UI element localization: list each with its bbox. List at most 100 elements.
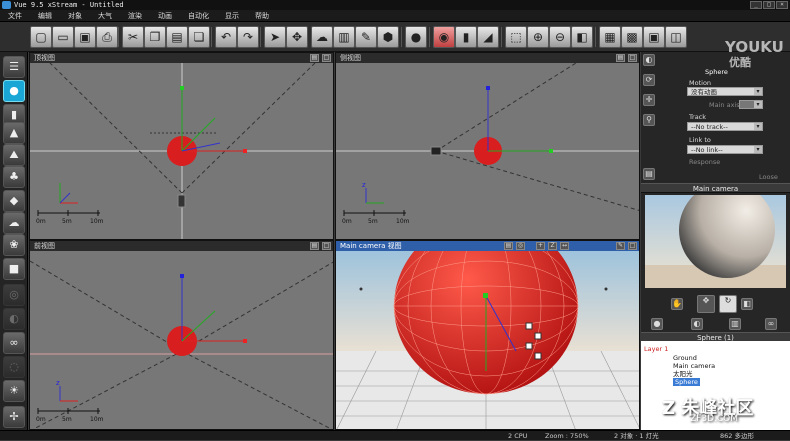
link-select[interactable]: --No link-- — [687, 145, 763, 154]
track-select[interactable]: --No track-- — [687, 122, 763, 131]
open-icon[interactable]: ▭ — [52, 26, 74, 48]
material-icon[interactable]: ▥ — [333, 26, 355, 48]
scale-label-0: 0m — [36, 416, 46, 423]
save-icon[interactable]: ▣ — [74, 26, 96, 48]
terrain-icon[interactable]: ⛰ — [3, 144, 25, 166]
menu-display[interactable]: 显示 — [217, 10, 247, 22]
scale-label-10: 10m — [90, 218, 104, 225]
link-icon[interactable]: ⚲ — [643, 114, 655, 126]
viewport-icon[interactable]: ◎ — [516, 242, 525, 250]
viewport-edit-icon[interactable]: ✎ — [616, 242, 625, 250]
menu-object[interactable]: 对象 — [60, 10, 90, 22]
rotate-view-icon[interactable]: ↻ — [719, 295, 737, 313]
layout-icon-2[interactable]: ▣ — [643, 26, 665, 48]
viewport-menu-icon[interactable]: ▤ — [616, 54, 625, 62]
viewport-max-icon[interactable]: □ — [322, 54, 331, 62]
viewport-camera[interactable]: Main camera 视图 ▤ ◎ + Z ↔ ✎ □ — [335, 240, 640, 430]
viewport-front[interactable]: 前视图 ▤ □ z 0m 5m 10m — [29, 240, 334, 430]
menu-animation[interactable]: 动画 — [150, 10, 180, 22]
toggle-icon[interactable]: ◫ — [665, 26, 687, 48]
cut-icon[interactable]: ✂ — [122, 26, 144, 48]
materials-tab-icon[interactable]: ◐ — [691, 318, 703, 330]
graph-icon[interactable]: ▤ — [643, 168, 655, 180]
duplicate-icon[interactable]: ❏ — [188, 26, 210, 48]
viewport-menu-icon[interactable]: ▤ — [310, 242, 319, 250]
hand-icon[interactable]: ✋ — [671, 298, 683, 310]
zoom-in-icon[interactable]: ⊕ — [527, 26, 549, 48]
viewport-top[interactable]: 顶视图 ▤ □ 0m 5m 10m — [29, 52, 334, 240]
redo-icon[interactable]: ↷ — [237, 26, 259, 48]
layout-icon[interactable]: ▩ — [621, 26, 643, 48]
main-axis-select[interactable] — [739, 100, 763, 109]
object-tab-icon[interactable]: ◐ — [643, 54, 655, 66]
viewport-title: 前视图 — [30, 241, 333, 251]
copy-icon[interactable]: ❐ — [144, 26, 166, 48]
render-icon[interactable]: ◉ — [433, 26, 455, 48]
axis-icon[interactable]: ✛ — [643, 94, 655, 106]
atmosphere-icon[interactable]: ☁ — [311, 26, 333, 48]
minimize-button[interactable]: _ — [750, 1, 762, 9]
links-tab-icon[interactable]: ∞ — [765, 318, 777, 330]
layers-tab-icon[interactable]: ● — [651, 318, 663, 330]
viewport-side[interactable]: 侧视图 ▤ □ z 0m 5m 10m — [335, 52, 640, 240]
viewport-icon[interactable]: Z — [548, 242, 557, 250]
menu-edit[interactable]: 编辑 — [30, 10, 60, 22]
tree-icon[interactable]: ♣ — [3, 166, 25, 188]
menu-help[interactable]: 帮助 — [247, 10, 277, 22]
status-bar: 2 CPU Zoom : 750% 2 对象 · 1 灯光 862 多边形 — [0, 430, 790, 440]
cube-icon[interactable]: ■ — [3, 258, 25, 280]
menu-atmosphere[interactable]: 大气 — [90, 10, 120, 22]
fan-icon[interactable]: ✢ — [3, 406, 25, 428]
torus-icon[interactable]: ◎ — [3, 284, 25, 306]
tree-layer[interactable]: Layer 1 — [644, 345, 668, 353]
camera-icon[interactable]: ◧ — [741, 298, 753, 310]
tree-item[interactable]: Ground — [673, 354, 697, 362]
mountain-icon[interactable]: ▲ — [3, 122, 25, 144]
camera-icon[interactable]: ◢ — [477, 26, 499, 48]
metaball-icon[interactable]: ∞ — [3, 332, 25, 354]
move-view-icon[interactable]: ✥ — [697, 295, 715, 313]
tree-item[interactable]: Main camera — [673, 362, 715, 370]
light-icon[interactable]: ☀ — [3, 380, 25, 402]
object-icon[interactable]: ⬢ — [377, 26, 399, 48]
menu-file[interactable]: 文件 — [0, 10, 30, 22]
move-icon[interactable]: ✥ — [286, 26, 308, 48]
fit-icon[interactable]: ◧ — [571, 26, 593, 48]
viewport-max-icon[interactable]: □ — [322, 242, 331, 250]
viewport-menu-icon[interactable]: ▤ — [504, 242, 513, 250]
new-icon[interactable]: ▢ — [30, 26, 52, 48]
zoom-icon[interactable]: ⬚ — [505, 26, 527, 48]
dim-icon[interactable]: ◌ — [3, 356, 25, 378]
viewport-menu-icon[interactable]: ▤ — [310, 54, 319, 62]
main-toolbar: ▢ ▭ ▣ ⎙ ✂ ❐ ▤ ❏ ↶ ↷ ➤ ✥ ☁ ▥ ✎ ⬢ ● ◉ ▮ ◢ … — [0, 22, 790, 52]
objects-tab-icon[interactable]: ▥ — [729, 318, 741, 330]
undo-icon[interactable]: ↶ — [215, 26, 237, 48]
rock-icon[interactable]: ◆ — [3, 190, 25, 212]
paste-icon[interactable]: ▤ — [166, 26, 188, 48]
film-icon[interactable]: ▦ — [599, 26, 621, 48]
maximize-button[interactable]: □ — [763, 1, 775, 9]
graph-icon[interactable]: ▮ — [455, 26, 477, 48]
select-icon[interactable]: ➤ — [264, 26, 286, 48]
menu-automation[interactable]: 自动化 — [180, 10, 217, 22]
animation-icon[interactable]: ⟳ — [643, 74, 655, 86]
camera-preview — [645, 195, 786, 288]
viewport-icon[interactable]: ↔ — [560, 242, 569, 250]
motion-select[interactable]: 没有动画 — [687, 87, 763, 96]
color-icon[interactable]: ● — [405, 26, 427, 48]
tree-item[interactable]: 太阳光 — [673, 370, 693, 378]
boolean-icon[interactable]: ◐ — [3, 308, 25, 330]
viewport-icon[interactable]: + — [536, 242, 545, 250]
cloud-icon[interactable]: ☁ — [3, 212, 25, 234]
print-icon[interactable]: ⎙ — [96, 26, 118, 48]
edit-icon[interactable]: ✎ — [355, 26, 377, 48]
viewport-max-icon[interactable]: □ — [628, 242, 637, 250]
plant-icon[interactable]: ❀ — [3, 234, 25, 256]
zoom-out-icon[interactable]: ⊖ — [549, 26, 571, 48]
viewport-max-icon[interactable]: □ — [628, 54, 637, 62]
tree-item-selected[interactable]: Sphere — [673, 378, 700, 386]
close-button[interactable]: × — [776, 1, 788, 9]
sphere-icon[interactable]: ● — [3, 80, 25, 102]
sky-icon[interactable]: ☰ — [3, 56, 25, 78]
menu-render[interactable]: 渲染 — [120, 10, 150, 22]
